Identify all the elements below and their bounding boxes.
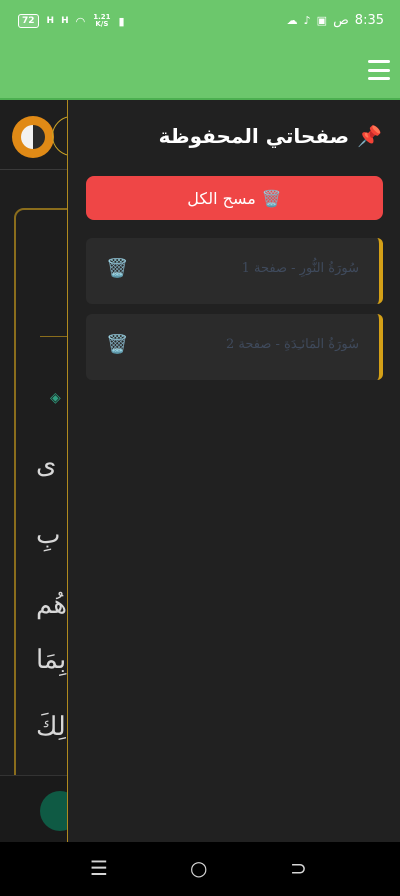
status-bar: 72 H H ◠ 1.21 K/S ▮ ☁ ♪ ▣ ص 8:35 <box>0 0 400 44</box>
verse-fragment: ى <box>36 450 57 480</box>
clear-all-button[interactable]: 🗑️ مسح الكل <box>86 176 383 220</box>
clock: 8:35 <box>354 13 384 28</box>
saved-page-label: سُورَةُ المَائـِدَةِ - صفحة 2 <box>226 337 359 352</box>
saved-pages-list: سُورَةُ النُّورِ - صفحة 1 🗑️ سُورَةُ الم… <box>86 238 383 390</box>
battery-indicator: 72 <box>18 14 39 28</box>
pushpin-icon: 📌 <box>357 124 382 148</box>
verse-fragment: بِمَا <box>36 645 67 675</box>
verse-fragment: هُم <box>36 590 68 620</box>
drawer-title-text: صفحاتي المحفوظة <box>158 124 350 148</box>
theme-toggle-icon[interactable] <box>12 116 54 158</box>
net-speed: 1.21 K/S <box>93 14 110 28</box>
wifi-icon: ◠ <box>75 14 86 28</box>
status-right: ☁ ♪ ▣ ص 8:35 <box>287 13 384 28</box>
app-notification-icon: ▣ <box>316 14 328 27</box>
ornament-icon: ◈ <box>50 390 61 406</box>
reader-toolbar <box>0 100 68 170</box>
saved-page-item[interactable]: سُورَةُ النُّورِ - صفحة 1 🗑️ <box>86 238 383 304</box>
recents-icon[interactable]: ☰ <box>90 856 108 880</box>
saved-page-label: سُورَةُ النُّورِ - صفحة 1 <box>241 261 359 276</box>
signal-indicator-1: H <box>46 16 54 26</box>
dropdown-circle-icon[interactable] <box>52 116 68 156</box>
tiktok-icon: ♪ <box>303 14 311 27</box>
verse-fragment: بِ <box>36 520 61 550</box>
verse-fragment: لِكَ <box>36 712 66 742</box>
menu-icon[interactable] <box>366 56 392 84</box>
vibrate-icon: ▮ <box>118 14 125 28</box>
drawer-title: 📌 صفحاتي المحفوظة <box>159 124 382 148</box>
system-nav-bar: ☰ ○ ⊃ <box>0 842 400 896</box>
saved-pages-drawer: 📌 صفحاتي المحفوظة 🗑️ مسح الكل سُورَةُ ال… <box>67 100 400 842</box>
saved-page-item[interactable]: سُورَةُ المَائـِدَةِ - صفحة 2 🗑️ <box>86 314 383 380</box>
delete-trash-icon[interactable]: 🗑️ <box>106 334 128 355</box>
reader-bottom-bar <box>0 775 68 842</box>
back-icon[interactable]: ⊃ <box>290 856 307 880</box>
status-left: 72 H H ◠ 1.21 K/S ▮ <box>18 14 125 28</box>
home-icon[interactable]: ○ <box>190 856 207 880</box>
underlying-page: ◈ ى بِ هُم بِمَا لِكَ <box>0 100 68 842</box>
app-bar <box>0 44 400 100</box>
ampm-label: ص <box>333 13 349 28</box>
delete-trash-icon[interactable]: 🗑️ <box>106 258 128 279</box>
clear-all-label: مسح الكل <box>187 188 256 208</box>
signal-indicator-2: H <box>61 16 68 26</box>
trash-icon: 🗑️ <box>261 188 282 208</box>
frame-divider <box>40 336 68 337</box>
net-speed-unit: K/S <box>95 20 109 28</box>
play-button[interactable] <box>40 791 68 831</box>
cloud-icon: ☁ <box>286 14 298 27</box>
